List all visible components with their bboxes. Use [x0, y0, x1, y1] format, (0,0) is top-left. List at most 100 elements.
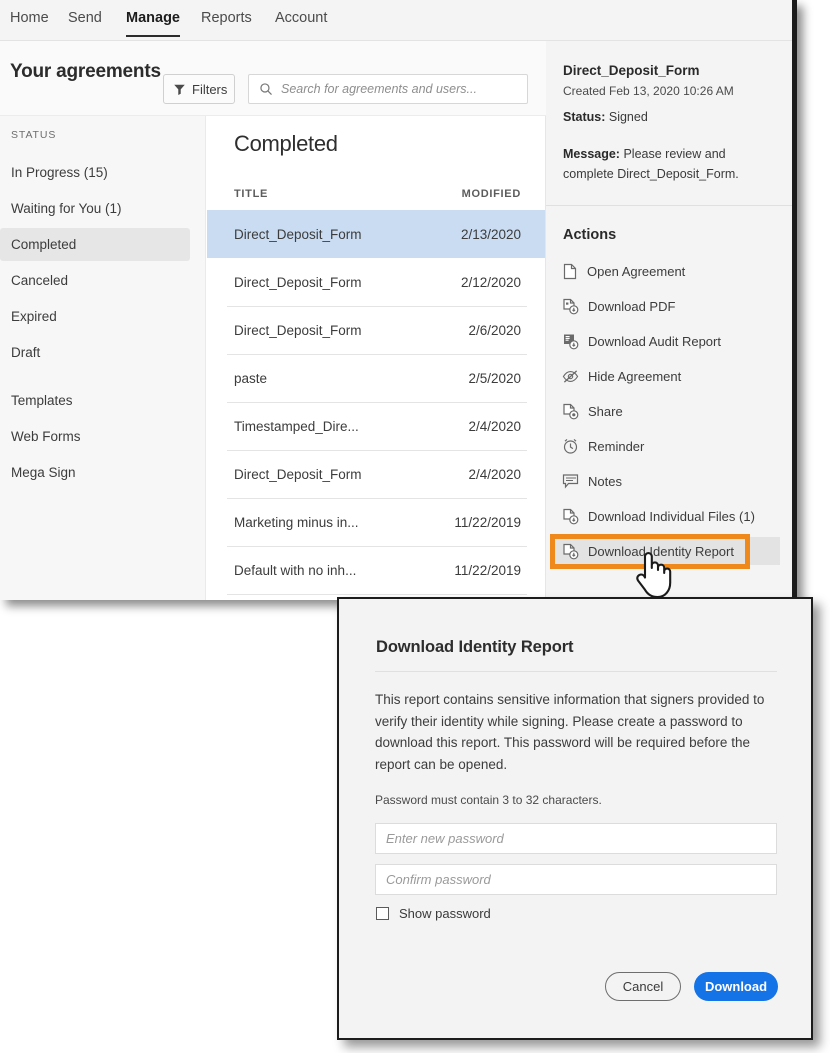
action-open-agreement[interactable]: Open Agreement [552, 257, 780, 285]
detail-status-label: Status: [563, 110, 606, 124]
agreement-list: Completed TITLE MODIFIED Direct_Deposit_… [207, 116, 546, 600]
application-window-screenshot: Home Send Manage Reports Account Your ag… [0, 0, 797, 600]
pointing-hand-cursor [631, 549, 673, 601]
detail-created-date: Created Feb 13, 2020 10:26 AM [563, 84, 734, 98]
row-title: Default with no inh... [234, 562, 357, 578]
search-input[interactable]: Search for agreements and users... [248, 74, 528, 104]
action-label: Reminder [588, 438, 645, 454]
row-modified: 2/13/2020 [460, 226, 521, 242]
list-heading: Completed [234, 131, 338, 156]
action-download-individual-files[interactable]: Download Individual Files (1) [552, 502, 780, 530]
status-sidebar: STATUS In Progress (15) Waiting for You … [0, 116, 206, 600]
row-modified: 2/5/2020 [468, 370, 521, 386]
row-title: Marketing minus in... [234, 514, 359, 530]
action-reminder[interactable]: Reminder [552, 432, 780, 460]
table-row[interactable]: Direct_Deposit_Form 2/4/2020 [207, 450, 546, 498]
actions-title: Actions [563, 227, 617, 243]
table-row[interactable]: Default with no inh... 11/22/2019 [207, 546, 546, 594]
filters-button[interactable]: Filters [163, 74, 235, 104]
dialog-body-text: This report contains sensitive informati… [375, 692, 765, 772]
share-icon [562, 403, 579, 420]
column-header-modified[interactable]: MODIFIED [462, 188, 521, 200]
sidebar-section-label: STATUS [11, 129, 57, 141]
eye-off-icon [562, 369, 579, 384]
row-title: Direct_Deposit_Form [234, 322, 362, 338]
new-password-placeholder: Enter new password [386, 831, 504, 846]
note-icon [562, 473, 579, 489]
sidebar-item-canceled[interactable]: Canceled [0, 264, 190, 297]
new-password-input[interactable]: Enter new password [375, 823, 777, 854]
download-button[interactable]: Download [694, 972, 778, 1001]
table-row[interactable]: Marketing minus in... 11/22/2019 [207, 498, 546, 546]
action-download-audit-report[interactable]: Download Audit Report [552, 327, 780, 355]
action-hide-agreement[interactable]: Hide Agreement [552, 362, 780, 390]
row-modified: 2/12/2020 [460, 274, 521, 290]
show-password-label: Show password [399, 906, 491, 921]
detail-document-name: Direct_Deposit_Form [563, 63, 700, 78]
sidebar-item-completed[interactable]: Completed [0, 228, 190, 261]
table-row[interactable]: Direct_Deposit_Form 2/6/2020 [207, 306, 546, 354]
row-title: Timestamped_Dire... [234, 418, 359, 434]
list-column-headers: TITLE MODIFIED [207, 182, 546, 210]
cancel-button[interactable]: Cancel [605, 972, 681, 1001]
funnel-icon [173, 83, 186, 96]
nav-item-manage[interactable]: Manage [126, 10, 180, 37]
action-label: Open Agreement [587, 263, 686, 279]
row-modified: 11/22/2019 [454, 562, 521, 578]
action-label: Share [588, 403, 623, 419]
detail-message-label: Message: [563, 147, 620, 161]
sidebar-item-mega-sign[interactable]: Mega Sign [0, 456, 190, 489]
action-label: Notes [588, 473, 622, 489]
action-label: Download Individual Files (1) [588, 508, 755, 524]
row-modified: 2/6/2020 [468, 322, 521, 338]
action-notes[interactable]: Notes [552, 467, 780, 495]
password-rule-text: Password must contain 3 to 32 characters… [375, 793, 602, 807]
table-row[interactable]: paste 2/5/2020 [207, 354, 546, 402]
audit-download-icon [562, 333, 579, 350]
action-label: Download PDF [588, 298, 676, 314]
page-title: Your agreements [10, 61, 161, 82]
nav-item-reports[interactable]: Reports [201, 10, 252, 35]
dialog-title-rule [375, 671, 777, 672]
action-label: Download Audit Report [588, 333, 721, 349]
row-modified: 2/4/2020 [468, 418, 521, 434]
sidebar-item-web-forms[interactable]: Web Forms [0, 420, 190, 453]
sidebar-item-waiting-for-you[interactable]: Waiting for You (1) [0, 192, 190, 225]
filters-button-label: Filters [192, 81, 228, 97]
confirm-password-input[interactable]: Confirm password [375, 864, 777, 895]
row-title: paste [234, 370, 268, 386]
document-icon [562, 263, 578, 280]
nav-item-send[interactable]: Send [68, 10, 102, 35]
confirm-password-placeholder: Confirm password [386, 872, 491, 887]
pdf-download-icon [562, 298, 579, 315]
global-navigation-bar: Home Send Manage Reports Account [0, 0, 792, 41]
search-icon [259, 82, 273, 96]
sidebar-item-expired[interactable]: Expired [0, 300, 190, 333]
agreement-detail-panel: Direct_Deposit_Form Created Feb 13, 2020… [546, 41, 792, 600]
action-label: Hide Agreement [588, 368, 682, 384]
nav-item-account[interactable]: Account [275, 10, 327, 35]
row-modified: 11/22/2019 [454, 514, 521, 530]
action-share[interactable]: Share [552, 397, 780, 425]
search-input-placeholder: Search for agreements and users... [281, 82, 477, 96]
show-password-checkbox[interactable] [376, 907, 389, 920]
detail-divider [546, 205, 792, 206]
row-title: Direct_Deposit_Form [234, 274, 362, 290]
action-download-pdf[interactable]: Download PDF [552, 292, 780, 320]
table-row[interactable]: Timestamped_Dire... 2/4/2020 [207, 402, 546, 450]
download-identity-report-dialog: Download Identity Report This report con… [337, 597, 813, 1040]
status-badge: Status: Signed [563, 110, 648, 124]
detail-message: Message: Please review and complete Dire… [563, 144, 775, 184]
row-title: Direct_Deposit_Form [234, 466, 362, 482]
sidebar-item-in-progress[interactable]: In Progress (15) [0, 156, 190, 189]
dialog-title: Download Identity Report [376, 638, 574, 656]
sidebar-item-templates[interactable]: Templates [0, 384, 190, 417]
table-row[interactable]: Direct_Deposit_Form 2/13/2020 [207, 210, 546, 258]
table-row[interactable]: Direct_Deposit_Form 2/12/2020 [207, 258, 546, 306]
column-header-title[interactable]: TITLE [234, 188, 268, 200]
alarm-clock-icon [562, 438, 579, 455]
row-separator [227, 594, 527, 595]
show-password-row[interactable]: Show password [376, 906, 491, 921]
sidebar-item-draft[interactable]: Draft [0, 336, 190, 369]
nav-item-home[interactable]: Home [10, 10, 49, 35]
